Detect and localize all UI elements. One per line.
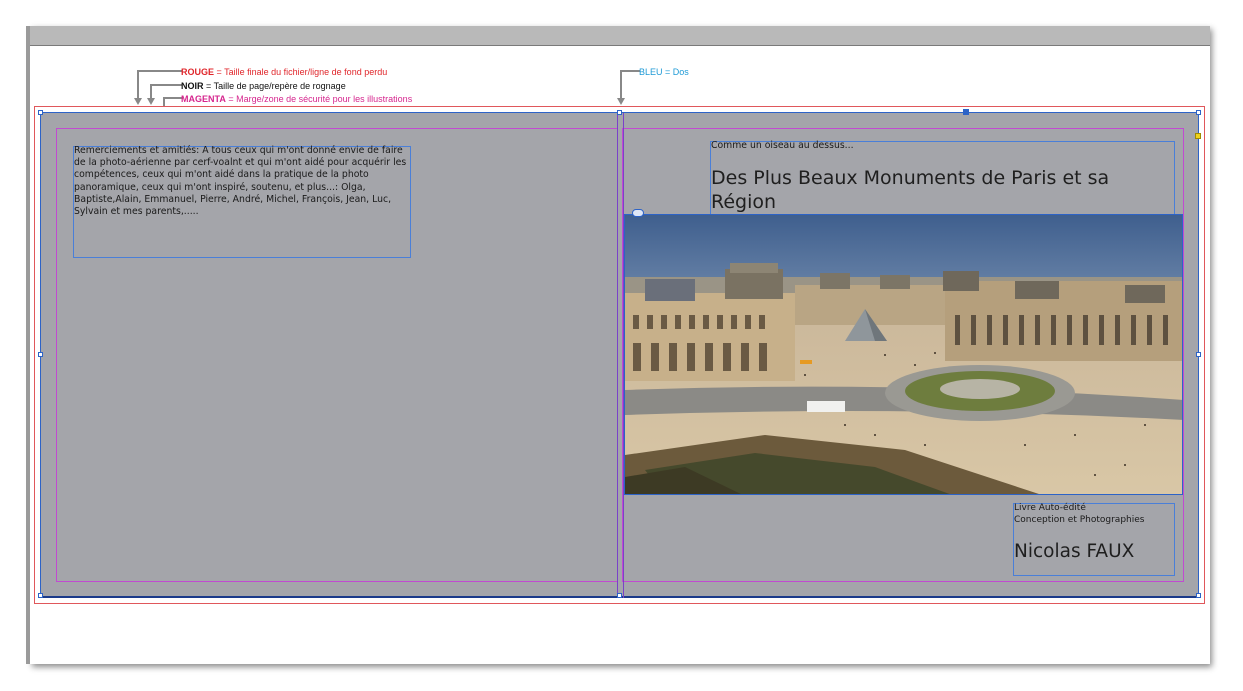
legend-noir-key: NOIR (181, 81, 204, 91)
selection-handle-bottom-right[interactable] (1196, 593, 1201, 598)
author-info-text[interactable]: Livre Auto-édité Conception et Photograp… (1014, 502, 1144, 526)
arrow-down-icon (617, 98, 625, 105)
subtitle-text[interactable]: Comme un oiseau au dessus... (711, 140, 854, 151)
legend-magenta-key: MAGENTA (181, 94, 226, 104)
legend-rouge-key: ROUGE (181, 67, 215, 77)
legend-magenta: MAGENTA = Marge/zone de sécurité pour le… (181, 93, 412, 106)
corner-options-handle[interactable] (1195, 133, 1201, 139)
arrow-down-icon (134, 98, 142, 105)
legend-magenta-text: = Marge/zone de sécurité pour les illust… (225, 94, 413, 104)
louvre-panorama-image (625, 215, 1182, 494)
legend-connector-rouge (134, 70, 182, 105)
selection-handle-top-left[interactable] (38, 110, 43, 115)
legend-noir-text: = Taille de page/repère de rognage (203, 81, 346, 91)
selection-handle-middle-right[interactable] (1196, 352, 1201, 357)
arrow-down-icon (147, 98, 155, 105)
selection-handle-bottom-center[interactable] (617, 593, 622, 598)
legend-noir: NOIR = Taille de page/repère de rognage (181, 80, 346, 93)
selection-handle-top-right[interactable] (1196, 110, 1201, 115)
thanks-text[interactable]: Remerciements et amitiés: A tous ceux qu… (74, 145, 412, 218)
book-title[interactable]: Des Plus Beaux Monuments de Paris et sa … (711, 166, 1171, 214)
legend-rouge: ROUGE = Taille finale du fichier/ligne d… (181, 66, 387, 79)
selection-handle-middle-left[interactable] (38, 352, 43, 357)
selection-handle-bottom-left[interactable] (38, 593, 43, 598)
window-left-edge (26, 26, 30, 664)
legend-rouge-text: = Taille finale du fichier/ligne de fond… (214, 67, 388, 77)
link-icon[interactable] (632, 209, 644, 217)
legend-bleu: BLEU = Dos (639, 67, 689, 77)
selection-anchor-point[interactable] (963, 109, 969, 115)
selection-handle-top-center[interactable] (617, 110, 622, 115)
cover-photo[interactable] (624, 214, 1183, 495)
window-toolbar (30, 26, 1210, 46)
author-name[interactable]: Nicolas FAUX (1014, 541, 1134, 562)
spine-line-left[interactable] (617, 113, 618, 598)
